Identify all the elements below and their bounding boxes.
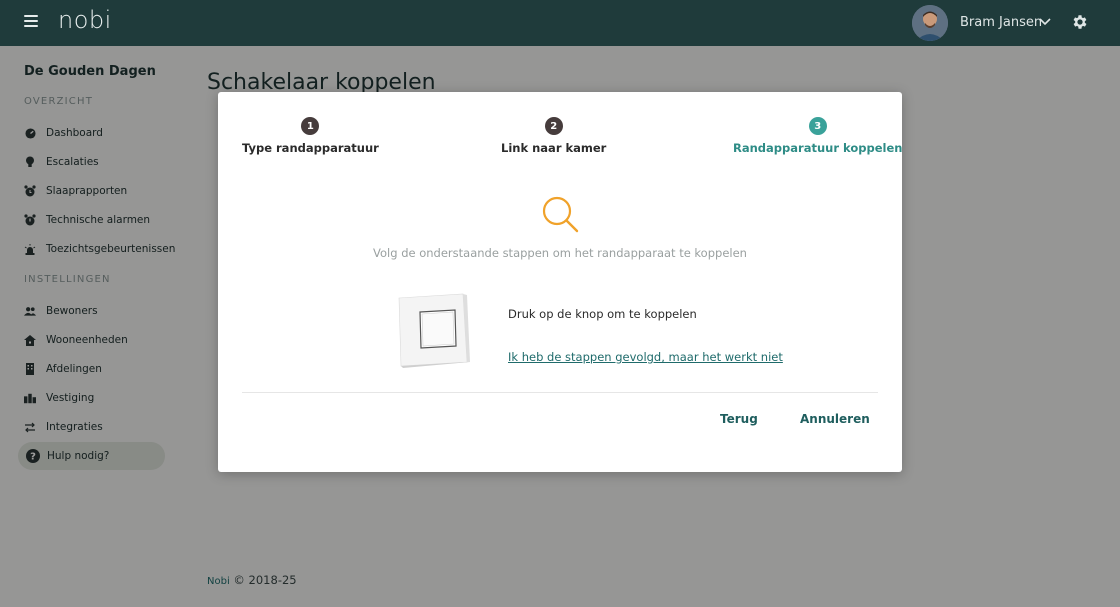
step-label: Randapparatuur koppelen: [733, 141, 903, 155]
instruction-text: Volg de onderstaande stappen om het rand…: [373, 246, 747, 260]
press-instruction: Druk op de knop om te koppelen: [508, 307, 697, 321]
chevron-down-icon[interactable]: [1038, 15, 1052, 29]
search-icon: [542, 196, 579, 233]
step-2: 2 Link naar kamer: [501, 117, 606, 155]
step-3: 3 Randapparatuur koppelen: [733, 117, 902, 155]
top-bar: nobi Bram Jansen: [0, 0, 1120, 46]
step-label: Link naar kamer: [501, 141, 607, 155]
step-label: Type randapparatuur: [242, 141, 379, 155]
gear-icon[interactable]: [1071, 13, 1089, 31]
step-number: 2: [544, 117, 563, 135]
troubleshoot-link[interactable]: Ik heb de stappen gevolgd, maar het werk…: [508, 350, 783, 364]
hamburger-menu-icon[interactable]: [24, 15, 38, 29]
step-number: 1: [301, 117, 320, 135]
user-name[interactable]: Bram Jansen: [960, 15, 1042, 30]
cancel-button[interactable]: Annuleren: [800, 412, 870, 426]
back-button[interactable]: Terug: [720, 412, 758, 426]
pairing-modal: 1 Type randapparatuur 2 Link naar kamer …: [218, 92, 902, 472]
step-number: 3: [808, 117, 827, 135]
step-1: 1 Type randapparatuur: [242, 117, 379, 155]
nobi-logo[interactable]: nobi: [58, 6, 112, 34]
wall-switch-image: [398, 293, 470, 368]
modal-divider: [242, 392, 878, 393]
user-avatar[interactable]: [912, 5, 948, 41]
